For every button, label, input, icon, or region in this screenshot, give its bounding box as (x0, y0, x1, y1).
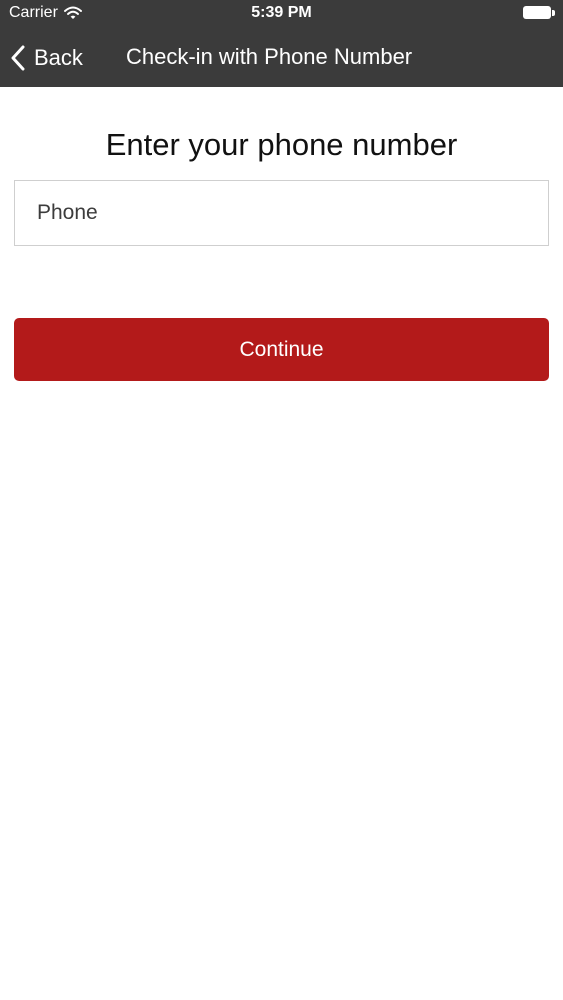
page-title: Check-in with Phone Number (126, 44, 413, 69)
chevron-left-icon (10, 45, 26, 71)
status-right (523, 6, 555, 19)
battery-icon (523, 6, 555, 19)
battery-tip (552, 9, 555, 16)
navigation-bar: Back Check-in with Phone Number (0, 28, 563, 87)
battery-level (523, 6, 551, 19)
form-heading: Enter your phone number (105, 127, 458, 162)
continue-button[interactable]: Continue (14, 318, 549, 381)
status-time: 5:39 PM (251, 4, 312, 21)
back-button[interactable]: Back (10, 42, 83, 74)
phone-input[interactable] (14, 180, 549, 246)
status-bar: Carrier 5:39 PM (0, 0, 563, 28)
back-label: Back (34, 45, 83, 70)
check-in-screen: Carrier 5:39 PM Back Check-in with Phone… (0, 0, 563, 1000)
